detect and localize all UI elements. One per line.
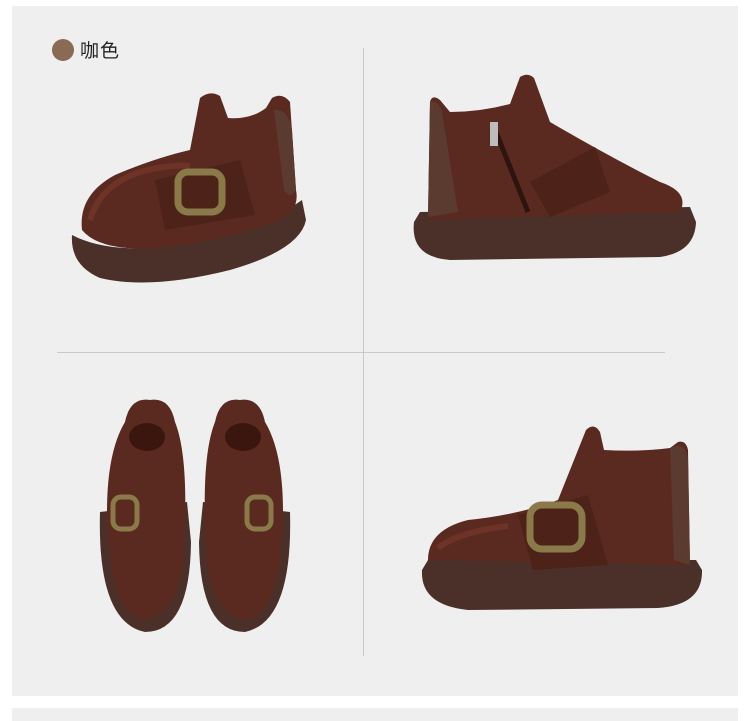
- color-option: 咖色: [52, 36, 120, 63]
- color-swatch: [52, 38, 74, 61]
- shoe-view-back-side-zip: [413, 74, 696, 260]
- shoe-view-front-pair: [99, 399, 291, 632]
- color-name: 咖色: [80, 40, 121, 62]
- horizontal-divider: [57, 352, 665, 353]
- zip-pull-icon: [490, 122, 498, 146]
- shoe-view-side-profile: [421, 426, 703, 610]
- bottom-strip: [12, 708, 738, 721]
- shoe-view-front-three-quarter: [71, 93, 306, 283]
